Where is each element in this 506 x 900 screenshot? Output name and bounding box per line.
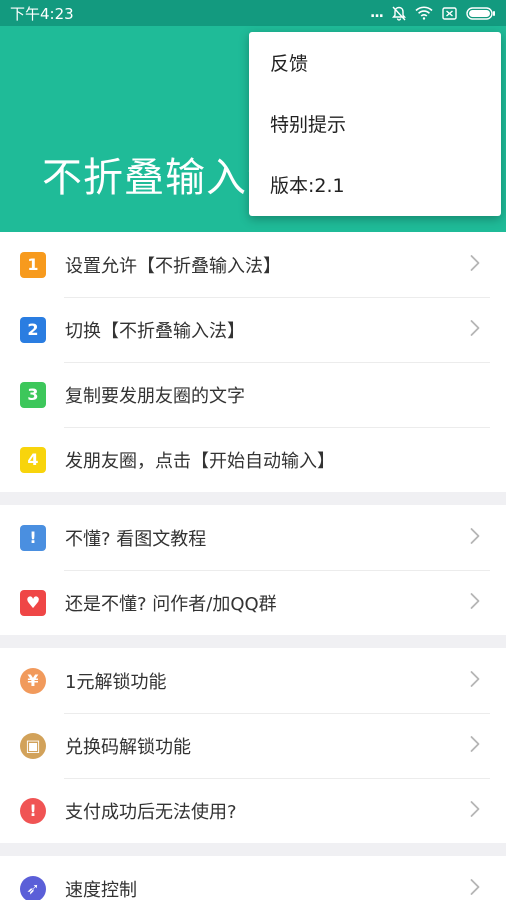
list-group: ¥1元解锁功能 ▣ 兑换码解锁功能! 支付成功后无法使用? (0, 648, 506, 843)
menu-item-version[interactable]: 版本:2.1 (249, 154, 501, 215)
list-item[interactable]: ! 支付成功后无法使用? (0, 778, 506, 843)
list-item[interactable]: 3 复制要发朋友圈的文字 (0, 362, 506, 427)
list-item[interactable]: ! 不懂? 看图文教程 (0, 505, 506, 570)
chevron-right-icon (470, 527, 480, 548)
chevron-right-icon (470, 254, 480, 275)
menu-item-special-tips[interactable]: 特别提示 (249, 93, 501, 154)
group-divider (0, 492, 506, 505)
no-sim-icon (442, 6, 457, 20)
digit-1-icon: 1 (20, 251, 46, 278)
list-group: ! 不懂? 看图文教程 ♥ 还是不懂? 问作者/加QQ群 (0, 505, 506, 635)
status-time: 下午4:23 (10, 4, 74, 23)
main-list: 1 设置允许【不折叠输入法】 2 切换【不折叠输入法】 3 复制要发朋友圈的文字 4 发朋友圈… (0, 232, 506, 900)
digit-3-icon: 3 (20, 381, 46, 408)
list-item[interactable]: ¥1元解锁功能 (0, 648, 506, 713)
overflow-menu: 反馈 特别提示 版本:2.1 (249, 32, 501, 216)
list-item-label: 支付成功后无法使用? (65, 801, 237, 823)
list-item-label: 设置允许【不折叠输入法】 (65, 255, 281, 277)
digit-4-icon: 4 (20, 446, 46, 473)
wifi-icon (415, 6, 433, 20)
list-item[interactable]: ♥ 还是不懂? 问作者/加QQ群 (0, 570, 506, 635)
list-group: 1 设置允许【不折叠输入法】 2 切换【不折叠输入法】 3 复制要发朋友圈的文字 4 发朋友圈… (0, 232, 506, 492)
list-item-label: 速度控制 (65, 879, 137, 900)
list-item[interactable]: ▣ 兑换码解锁功能 (0, 713, 506, 778)
bell-muted-icon (392, 6, 406, 21)
list-item[interactable]: ➶ 速度控制 (0, 856, 506, 900)
gift-icon: ▣ (20, 732, 46, 759)
alert-icon: ! (20, 797, 46, 824)
menu-item-feedback[interactable]: 反馈 (249, 32, 501, 93)
battery-icon (466, 6, 495, 20)
status-icons: ... (370, 5, 496, 21)
list-item[interactable]: 2 切换【不折叠输入法】 (0, 297, 506, 362)
rocket-icon: ➶ (20, 875, 46, 900)
more-dots-icon: ... (370, 5, 384, 21)
chevron-right-icon (470, 878, 480, 899)
status-bar: 下午4:23 ... (0, 0, 506, 26)
exclamation-icon: ! (20, 524, 46, 551)
list-item-label: 1元解锁功能 (65, 671, 167, 693)
list-item[interactable]: 1 设置允许【不折叠输入法】 (0, 232, 506, 297)
list-item-label: 还是不懂? 问作者/加QQ群 (65, 593, 277, 615)
list-group: ➶ 速度控制 (0, 856, 506, 900)
digit-2-icon: 2 (20, 316, 46, 343)
group-divider (0, 635, 506, 648)
list-item-label: 切换【不折叠输入法】 (65, 320, 245, 342)
group-divider (0, 843, 506, 856)
heart-icon: ♥ (20, 589, 46, 616)
list-item-label: 发朋友圈，点击【开始自动输入】 (65, 450, 335, 472)
list-item[interactable]: 4 发朋友圈，点击【开始自动输入】 (0, 427, 506, 492)
chevron-right-icon (470, 592, 480, 613)
chevron-right-icon (470, 800, 480, 821)
chevron-right-icon (470, 670, 480, 691)
list-item-label: 兑换码解锁功能 (65, 736, 191, 758)
chevron-right-icon (470, 735, 480, 756)
list-item-label: 不懂? 看图文教程 (65, 528, 207, 550)
list-item-label: 复制要发朋友圈的文字 (65, 385, 245, 407)
yen-icon: ¥ (20, 667, 46, 694)
chevron-right-icon (470, 319, 480, 340)
